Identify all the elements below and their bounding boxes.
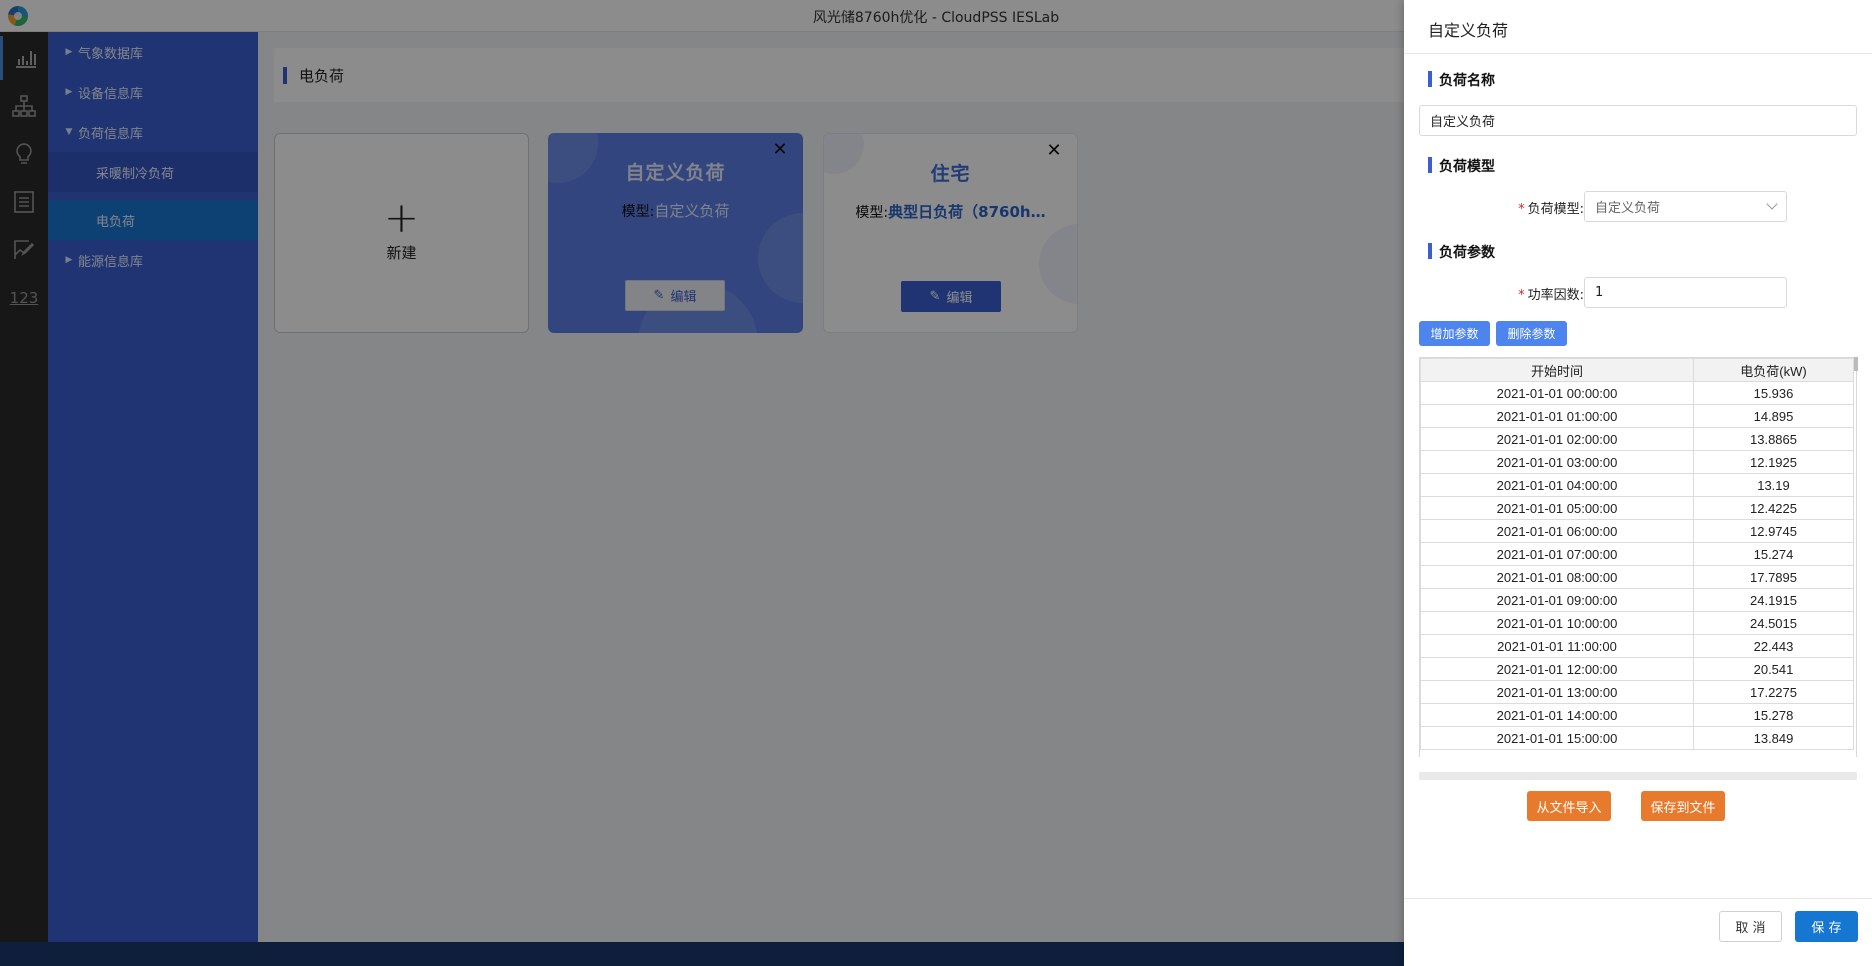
cell-load-kw[interactable]: 24.5015 [1693,611,1854,635]
cell-start-time[interactable]: 2021-01-01 08:00:00 [1420,565,1694,589]
table-row[interactable]: 2021-01-01 15:00:00 13.849 [1420,726,1854,750]
cell-start-time[interactable]: 2021-01-01 02:00:00 [1420,427,1694,451]
power-factor-label: * 功率因数: [1504,284,1584,303]
column-header-load-kw[interactable]: 电负荷(kW) [1693,358,1854,382]
save-to-file-button[interactable]: 保存到文件 [1641,791,1725,821]
cell-load-kw[interactable]: 15.278 [1693,703,1854,727]
load-model-select-value: 自定义负荷 [1595,201,1661,216]
cell-start-time[interactable]: 2021-01-01 14:00:00 [1420,703,1694,727]
cell-load-kw[interactable]: 15.936 [1693,381,1854,405]
table-row[interactable]: 2021-01-01 10:00:00 24.5015 [1420,611,1854,635]
load-model-label: * 负荷模型: [1504,198,1584,217]
table-row[interactable]: 2021-01-01 03:00:00 12.1925 [1420,450,1854,474]
add-param-button[interactable]: 增加参数 [1419,321,1490,346]
cell-load-kw[interactable]: 12.1925 [1693,450,1854,474]
chevron-down-icon [1766,198,1778,210]
cell-start-time[interactable]: 2021-01-01 04:00:00 [1420,473,1694,497]
table-row[interactable]: 2021-01-01 00:00:00 15.936 [1420,381,1854,405]
horizontal-scrollbar[interactable] [1419,772,1857,780]
cell-load-kw[interactable]: 24.1915 [1693,588,1854,612]
cell-start-time[interactable]: 2021-01-01 11:00:00 [1420,634,1694,658]
import-from-file-button[interactable]: 从文件导入 [1527,791,1611,821]
table-row[interactable]: 2021-01-01 07:00:00 15.274 [1420,542,1854,566]
table-row[interactable]: 2021-01-01 01:00:00 14.895 [1420,404,1854,428]
cell-load-kw[interactable]: 13.849 [1693,726,1854,750]
section-load-model: 负荷模型 [1428,156,1495,176]
edit-load-drawer: 自定义负荷 负荷名称 自定义负荷 负荷模型 * 负荷模型: 自定义负荷 负荷参数 … [1404,0,1872,966]
cell-start-time[interactable]: 2021-01-01 07:00:00 [1420,542,1694,566]
cell-load-kw[interactable]: 14.895 [1693,404,1854,428]
drawer-title: 自定义负荷 [1428,21,1509,40]
load-model-select[interactable]: 自定义负荷 [1584,191,1787,222]
drawer-header: 自定义负荷 [1404,0,1872,54]
vertical-scrollbar[interactable] [1854,357,1858,371]
table-header-row: 开始时间 电负荷(kW) [1420,358,1854,382]
cell-load-kw[interactable]: 20.541 [1693,657,1854,681]
table-row[interactable]: 2021-01-01 02:00:00 13.8865 [1420,427,1854,451]
cell-load-kw[interactable]: 13.8865 [1693,427,1854,451]
load-grid: 开始时间 电负荷(kW) 2021-01-01 00:00:00 15.936 20… [1420,358,1854,750]
power-factor-label-text: 功率因数: [1527,288,1584,303]
power-factor-input[interactable]: 1 [1584,277,1787,308]
cancel-button[interactable]: 取 消 [1719,911,1782,942]
cell-start-time[interactable]: 2021-01-01 03:00:00 [1420,450,1694,474]
table-row[interactable]: 2021-01-01 06:00:00 12.9745 [1420,519,1854,543]
cell-load-kw[interactable]: 17.7895 [1693,565,1854,589]
cell-start-time[interactable]: 2021-01-01 01:00:00 [1420,404,1694,428]
cell-start-time[interactable]: 2021-01-01 06:00:00 [1420,519,1694,543]
cell-start-time[interactable]: 2021-01-01 15:00:00 [1420,726,1694,750]
table-row[interactable]: 2021-01-01 11:00:00 22.443 [1420,634,1854,658]
table-row[interactable]: 2021-01-01 12:00:00 20.541 [1420,657,1854,681]
modal-mask[interactable] [0,0,1404,966]
table-row[interactable]: 2021-01-01 14:00:00 15.278 [1420,703,1854,727]
cell-load-kw[interactable]: 12.9745 [1693,519,1854,543]
table-row[interactable]: 2021-01-01 05:00:00 12.4225 [1420,496,1854,520]
cell-load-kw[interactable]: 15.274 [1693,542,1854,566]
table-row[interactable]: 2021-01-01 09:00:00 24.1915 [1420,588,1854,612]
table-row[interactable]: 2021-01-01 08:00:00 17.7895 [1420,565,1854,589]
load-data-table[interactable]: 开始时间 电负荷(kW) 2021-01-01 00:00:00 15.936 20… [1419,357,1857,757]
cell-start-time[interactable]: 2021-01-01 12:00:00 [1420,657,1694,681]
cell-load-kw[interactable]: 22.443 [1693,634,1854,658]
load-model-label-text: 负荷模型: [1527,202,1584,217]
cell-load-kw[interactable]: 13.19 [1693,473,1854,497]
cell-start-time[interactable]: 2021-01-01 00:00:00 [1420,381,1694,405]
section-load-params: 负荷参数 [1428,242,1495,262]
cell-start-time[interactable]: 2021-01-01 09:00:00 [1420,588,1694,612]
delete-param-button[interactable]: 删除参数 [1496,321,1567,346]
column-header-start-time[interactable]: 开始时间 [1420,358,1694,382]
required-mark: * [1518,288,1525,303]
save-button[interactable]: 保 存 [1795,911,1858,942]
table-row[interactable]: 2021-01-01 04:00:00 13.19 [1420,473,1854,497]
required-mark: * [1518,202,1525,217]
cell-start-time[interactable]: 2021-01-01 10:00:00 [1420,611,1694,635]
table-row[interactable]: 2021-01-01 13:00:00 17.2275 [1420,680,1854,704]
cell-start-time[interactable]: 2021-01-01 05:00:00 [1420,496,1694,520]
cell-load-kw[interactable]: 12.4225 [1693,496,1854,520]
cell-start-time[interactable]: 2021-01-01 13:00:00 [1420,680,1694,704]
cell-load-kw[interactable]: 17.2275 [1693,680,1854,704]
section-load-name: 负荷名称 [1428,70,1495,90]
load-name-input[interactable]: 自定义负荷 [1419,105,1857,136]
